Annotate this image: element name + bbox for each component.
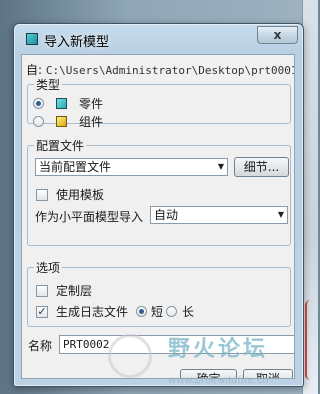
background-decoration — [305, 300, 310, 380]
options-group-legend: 选项 — [36, 261, 61, 275]
app-icon — [26, 33, 38, 45]
type-group-legend: 类型 — [36, 78, 61, 92]
profile-select[interactable]: 当前配置文件 ▼ — [35, 158, 228, 176]
custom-layer-label: 定制层 — [56, 284, 93, 298]
source-label: 自: — [26, 63, 43, 77]
custom-layer-row[interactable]: 定制层 — [36, 282, 92, 299]
name-label: 名称 — [28, 339, 53, 353]
log-file-row[interactable]: ✓ 生成日志文件 短 长 — [36, 303, 194, 320]
log-file-checkbox[interactable]: ✓ — [36, 305, 48, 318]
planar-import-value: 自动 — [154, 208, 179, 222]
assembly-icon — [56, 116, 67, 127]
name-value: PRT0002 — [63, 338, 110, 351]
dialog-client: 自: C:\Users\Administrator\Desktop\prt000… — [21, 54, 295, 379]
assembly-label: 组件 — [79, 115, 104, 129]
close-button[interactable]: x — [257, 26, 298, 44]
planar-import-select[interactable]: 自动 ▼ — [150, 206, 288, 224]
type-option-part[interactable]: 零件 — [33, 95, 103, 112]
log-long-radio[interactable] — [166, 306, 178, 317]
log-long-label: 长 — [182, 305, 195, 319]
part-radio[interactable] — [33, 98, 44, 109]
log-short-radio[interactable] — [136, 306, 148, 317]
log-short-label: 短 — [151, 305, 164, 319]
assembly-radio[interactable] — [33, 116, 44, 127]
close-icon: x — [273, 28, 282, 42]
part-label: 零件 — [79, 97, 104, 111]
custom-layer-checkbox[interactable] — [36, 284, 48, 297]
planar-import-label: 作为小平面模型导入 — [35, 210, 144, 224]
type-option-assembly[interactable]: 组件 — [33, 113, 103, 130]
details-button[interactable]: 细节... — [234, 157, 289, 177]
name-label-row: 名称 — [28, 337, 52, 354]
dialog-title: 导入新模型 — [44, 35, 110, 50]
title-bar[interactable]: 导入新模型 x — [14, 24, 303, 54]
import-dialog: 导入新模型 x 自: C:\Users\Administrator\Deskto… — [13, 23, 304, 387]
chevron-down-icon: ▼ — [217, 162, 224, 171]
name-input[interactable]: PRT0002 — [59, 335, 294, 354]
ok-button[interactable]: 确定 — [180, 369, 237, 378]
use-template-label: 使用模板 — [56, 188, 105, 202]
log-file-label: 生成日志文件 — [56, 305, 129, 319]
cancel-button[interactable]: 取消 — [243, 369, 293, 378]
use-template-row[interactable]: 使用模板 — [36, 186, 104, 203]
config-group-legend: 配置文件 — [36, 139, 85, 153]
chevron-down-icon: ▼ — [277, 210, 284, 219]
part-icon — [56, 98, 67, 109]
use-template-checkbox[interactable] — [36, 188, 48, 201]
planar-import-row: 作为小平面模型导入 — [35, 208, 143, 225]
profile-value: 当前配置文件 — [39, 160, 112, 174]
